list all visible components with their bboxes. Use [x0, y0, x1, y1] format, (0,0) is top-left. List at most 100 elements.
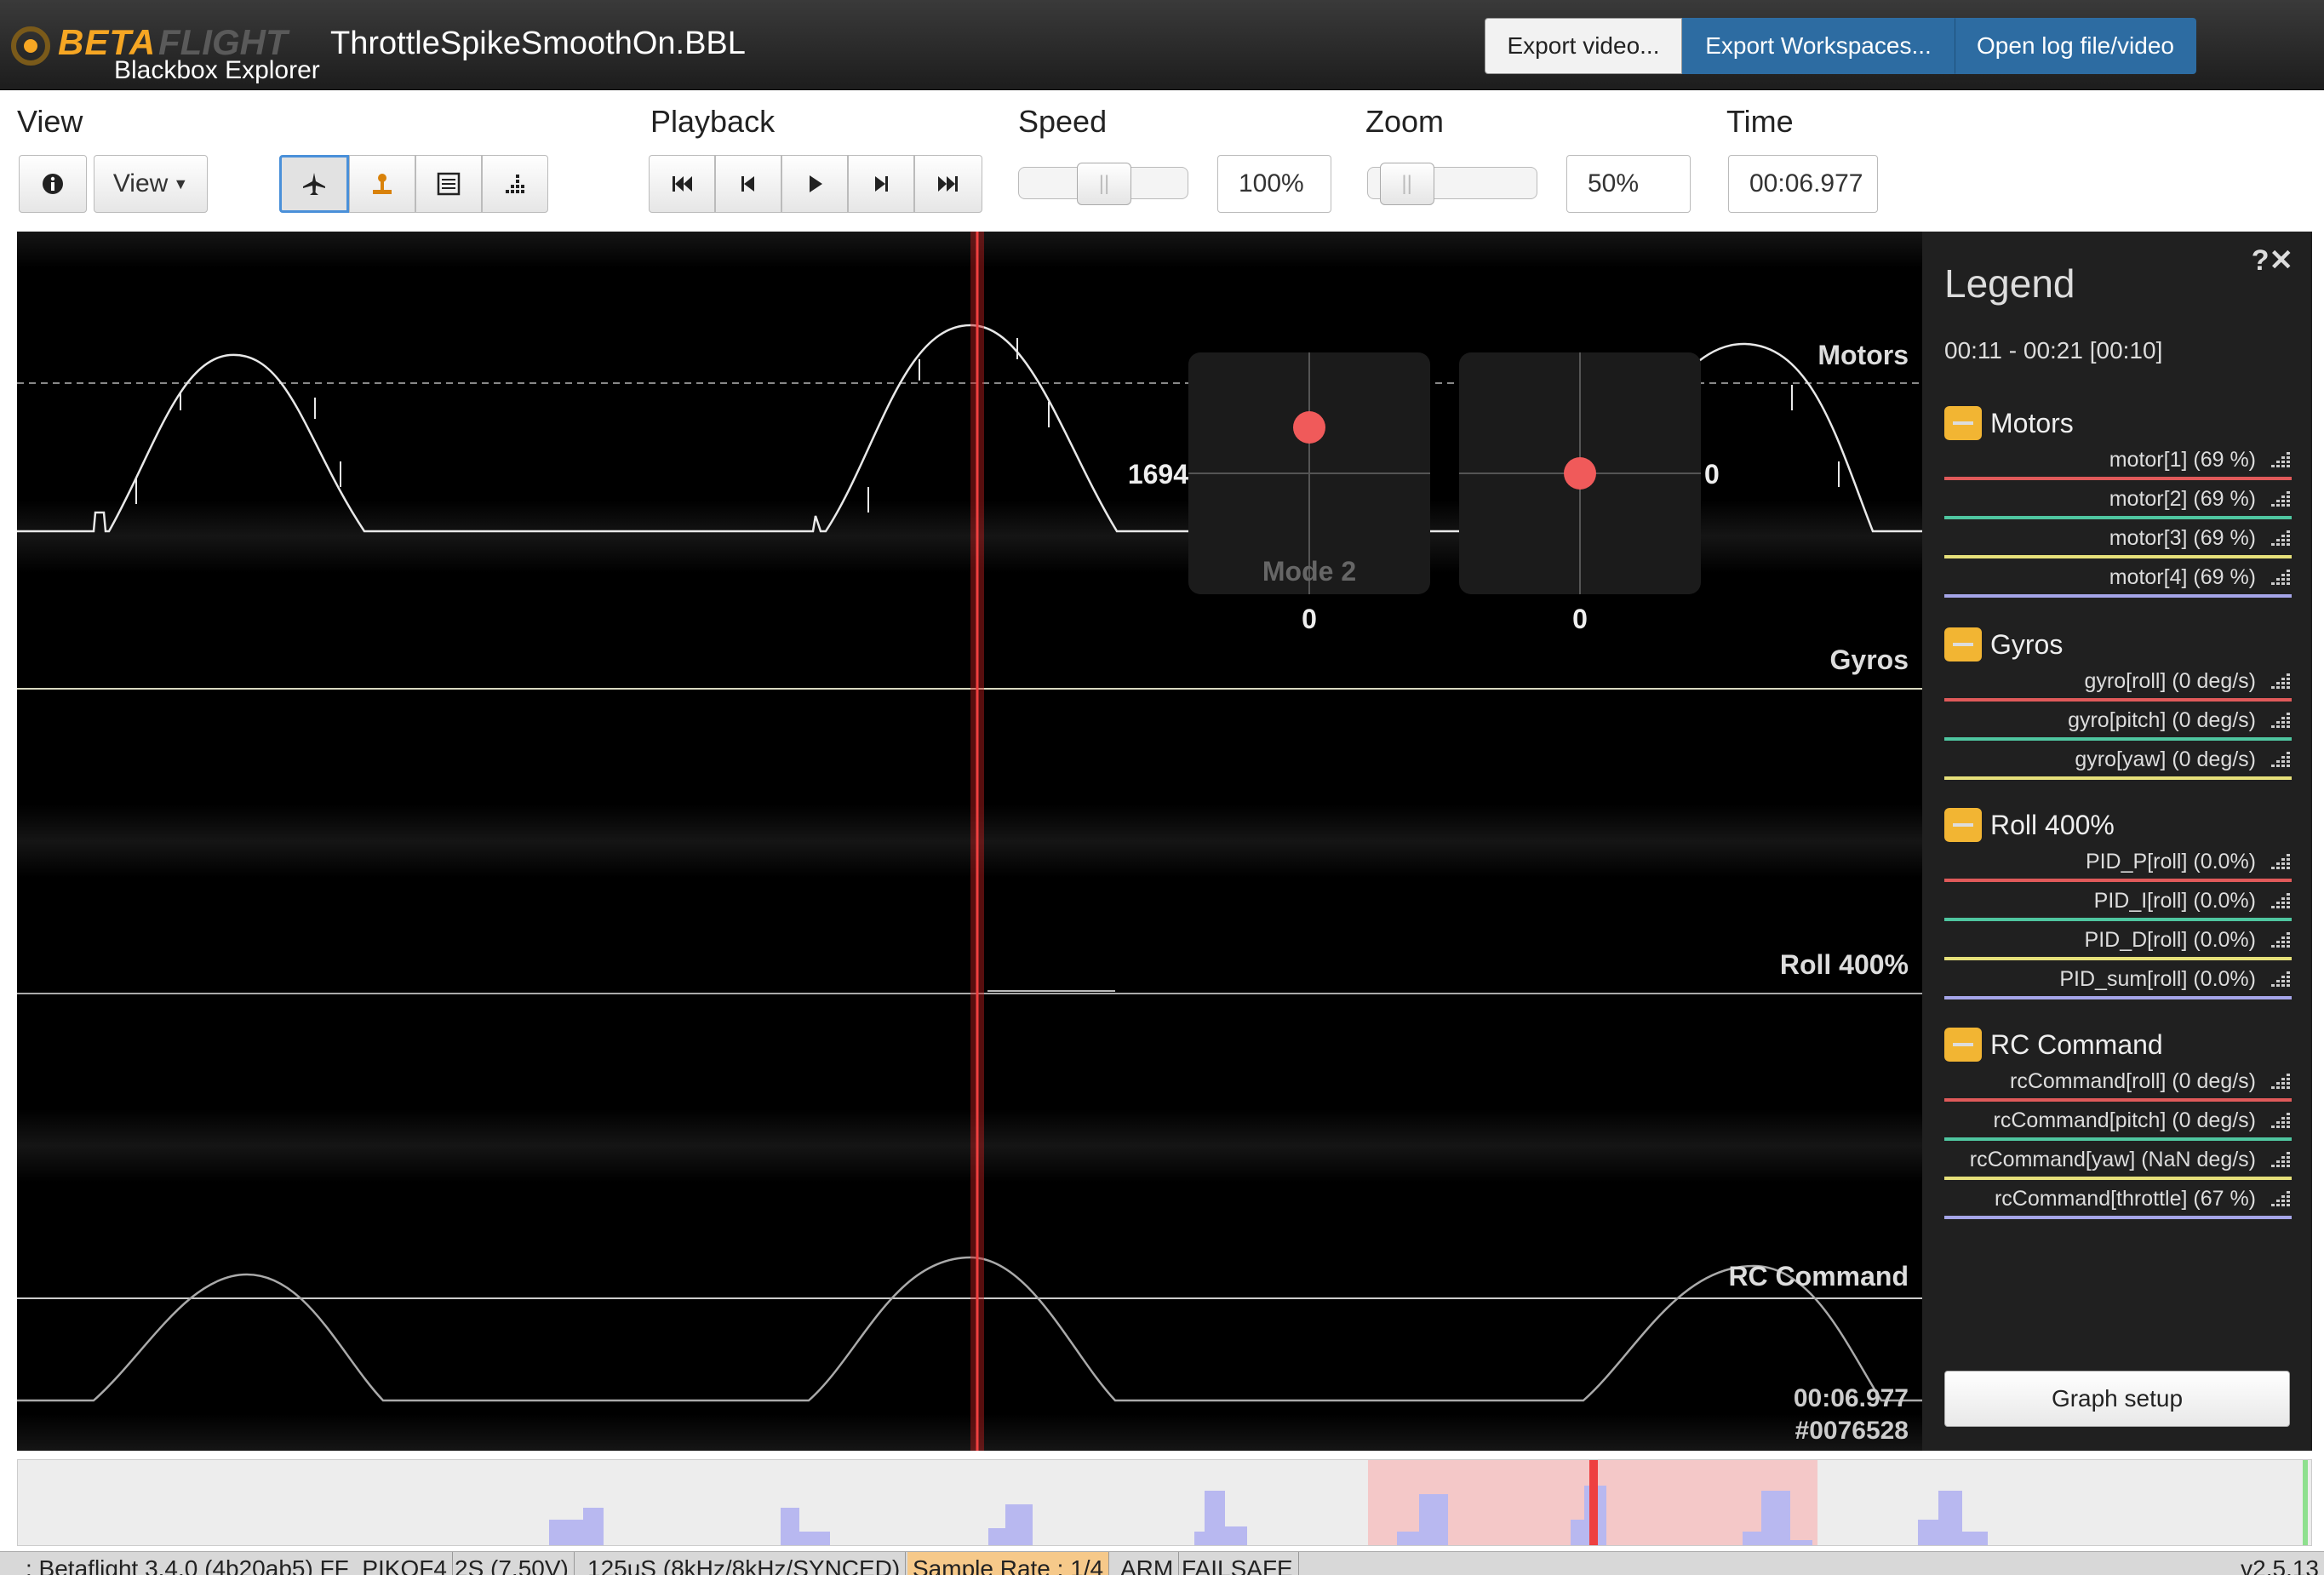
spectrum-icon[interactable] [2270, 969, 2292, 988]
spectrum-icon[interactable] [2270, 710, 2292, 729]
cursor-frame-label: #0076528 [1795, 1417, 1909, 1445]
legend-series-color-line [1944, 594, 2292, 598]
right-stick-dot [1564, 457, 1596, 490]
legend-series-row[interactable]: PID_P[roll] (0.0%) [1944, 845, 2292, 884]
right-stick-bottom-value: 0 [1572, 604, 1588, 634]
speed-slider-knob[interactable] [1077, 163, 1131, 205]
brand-app-name: Blackbox Explorer [114, 56, 320, 84]
graph-setup-button[interactable]: Graph setup [1944, 1371, 2290, 1427]
legend-series-label: gyro[yaw] (0 deg/s) [2075, 747, 2256, 771]
view-dropdown[interactable]: View ▼ [94, 155, 208, 213]
speed-group-title: Speed [1018, 104, 1108, 139]
legend-series-label: PID_sum[roll] (0.0%) [2059, 967, 2256, 991]
status-sample-rate: Sample Rate : 1/4 [907, 1552, 1110, 1575]
spectrum-icon[interactable] [2270, 450, 2292, 468]
spectrum-icon[interactable] [2270, 528, 2292, 547]
legend-series-row[interactable]: PID_sum[roll] (0.0%) [1944, 962, 2292, 1001]
spectrum-icon[interactable] [2270, 1110, 2292, 1129]
legend-group-header[interactable]: Roll 400% [1944, 805, 2292, 845]
step-forward-icon [875, 176, 888, 192]
graph-canvas[interactable]: Motors 1694 0 Mode 2 0 0 Gyros Roll 400%… [17, 232, 1922, 1451]
legend-series-row[interactable]: PID_I[roll] (0.0%) [1944, 884, 2292, 923]
legend-series-row[interactable]: motor[4] (69 %) [1944, 560, 2292, 599]
zoom-slider[interactable] [1367, 163, 1537, 205]
spectrum-icon [506, 175, 524, 193]
legend-group-name: Motors [1990, 407, 2074, 438]
spectrum-icon[interactable] [2270, 567, 2292, 586]
sticks-view-button[interactable] [349, 155, 415, 213]
step-back-icon [741, 176, 754, 192]
step-back-button[interactable] [715, 155, 781, 213]
craft-view-button[interactable] [279, 155, 349, 213]
spectrum-icon[interactable] [2270, 671, 2292, 690]
legend-series-row[interactable]: motor[2] (69 %) [1944, 482, 2292, 521]
speed-input[interactable]: 100% [1217, 155, 1331, 213]
legend-series-label: motor[1] (69 %) [2109, 448, 2256, 472]
legend-series-row[interactable]: rcCommand[yaw] (NaN deg/s) [1944, 1143, 2292, 1182]
spectrum-icon[interactable] [2270, 489, 2292, 507]
legend-group-header[interactable]: RC Command [1944, 1025, 2292, 1064]
play-button[interactable] [781, 155, 848, 213]
legend-series-label: rcCommand[pitch] (0 deg/s) [1993, 1108, 2256, 1132]
time-input[interactable]: 00:06.977 [1728, 155, 1878, 213]
spectrum-icon[interactable] [2270, 1188, 2292, 1207]
seek-bar[interactable] [17, 1459, 2312, 1546]
spectrum-icon[interactable] [2270, 1149, 2292, 1168]
legend-time-range: 00:11 - 00:21 [00:10] [1944, 337, 2163, 364]
legend-series-row[interactable]: gyro[pitch] (0 deg/s) [1944, 703, 2292, 742]
legend-series-row[interactable]: rcCommand[roll] (0 deg/s) [1944, 1064, 2292, 1103]
legend-series-row[interactable]: PID_D[roll] (0.0%) [1944, 923, 2292, 962]
legend-group-header[interactable]: Motors [1944, 404, 2292, 443]
legend-series-color-line [1944, 698, 2292, 702]
legend-series-label: gyro[pitch] (0 deg/s) [2068, 708, 2256, 732]
seek-cursor[interactable] [1589, 1460, 1598, 1546]
skip-to-end-button[interactable] [914, 155, 982, 213]
status-arm: ARM [1115, 1552, 1180, 1575]
legend-collapse-toggle[interactable] [1944, 406, 1982, 440]
legend-help-close-icon[interactable]: ?✕ [2252, 243, 2293, 278]
legend-group-name: Roll 400% [1990, 809, 2115, 840]
legend-series-row[interactable]: rcCommand[throttle] (67 %) [1944, 1182, 2292, 1221]
spectrum-icon[interactable] [2270, 891, 2292, 909]
status-version: v2.5.13 [2241, 1555, 2319, 1575]
legend-group-0: Motors motor[1] (69 %) motor[2] (69 %) moto… [1944, 404, 2292, 599]
legend-series-color-line [1944, 1216, 2292, 1219]
legend-title: Legend [1944, 261, 2075, 306]
log-filename: ThrottleSpikeSmoothOn.BBL [330, 26, 746, 61]
legend-group-3: RC Command rcCommand[roll] (0 deg/s) rcCom… [1944, 1025, 2292, 1221]
speed-slider[interactable] [1018, 163, 1188, 205]
open-log-button[interactable]: Open log file/video [1955, 18, 2196, 74]
spectrum-icon[interactable] [2270, 749, 2292, 768]
legend-collapse-toggle[interactable] [1944, 808, 1982, 842]
spectrum-icon[interactable] [2270, 1071, 2292, 1090]
legend-series-row[interactable]: rcCommand[pitch] (0 deg/s) [1944, 1103, 2292, 1143]
legend-collapse-toggle[interactable] [1944, 627, 1982, 662]
legend-series-color-line [1944, 996, 2292, 999]
info-button[interactable] [19, 155, 87, 213]
legend-series-color-line [1944, 737, 2292, 741]
export-video-button[interactable]: Export video... [1485, 18, 1682, 74]
export-workspaces-button[interactable]: Export Workspaces... [1682, 18, 1955, 74]
left-stick-value: 1694 [1128, 459, 1188, 490]
legend-group-header[interactable]: Gyros [1944, 625, 2292, 664]
legend-group-2: Roll 400% PID_P[roll] (0.0%) PID_I[roll] (… [1944, 805, 2292, 1001]
legend-series-row[interactable]: gyro[roll] (0 deg/s) [1944, 664, 2292, 703]
table-view-button[interactable] [415, 155, 482, 213]
step-forward-button[interactable] [848, 155, 914, 213]
legend-series-row[interactable]: gyro[yaw] (0 deg/s) [1944, 742, 2292, 782]
zoom-slider-knob[interactable] [1379, 163, 1434, 205]
legend-series-row[interactable]: motor[3] (69 %) [1944, 521, 2292, 560]
table-icon [437, 172, 461, 196]
playback-group-title: Playback [650, 104, 776, 139]
spectrum-icon[interactable] [2270, 930, 2292, 948]
skip-to-start-button[interactable] [649, 155, 715, 213]
gyros-graph-label: Gyros [1830, 644, 1909, 675]
legend-collapse-toggle[interactable] [1944, 1028, 1982, 1062]
zoom-input[interactable]: 50% [1566, 155, 1691, 213]
legend-series-row[interactable]: motor[1] (69 %) [1944, 443, 2292, 482]
legend-group-name: Gyros [1990, 628, 2064, 660]
analyser-view-button[interactable] [482, 155, 548, 213]
spectrum-icon[interactable] [2270, 851, 2292, 870]
status-failsafe: FAILSAFE [1176, 1552, 1299, 1575]
betaflight-logo-icon [11, 26, 50, 66]
